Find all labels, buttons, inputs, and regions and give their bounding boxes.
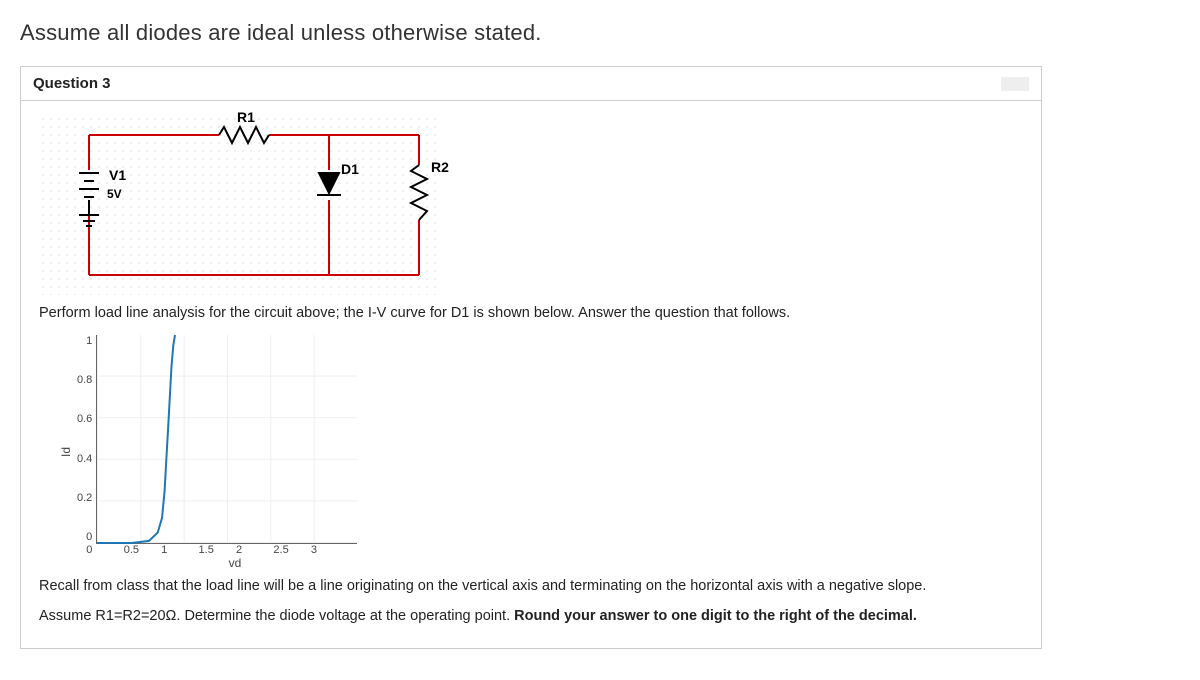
chart-xticks: 0 0.5 1 1.5 2 2.5 3 xyxy=(105,544,367,556)
iv-chart: Id 1 0.8 0.6 0.4 0.2 0 xyxy=(59,335,1023,570)
question-text-1: Perform load line analysis for the circu… xyxy=(39,305,1023,321)
question-header: Question 3 xyxy=(21,67,1041,101)
label-v1-value: 5V xyxy=(107,187,122,201)
chart-plotarea xyxy=(96,335,357,544)
label-v1: V1 xyxy=(109,167,126,183)
page-instruction: Assume all diodes are ideal unless other… xyxy=(20,20,1180,46)
chart-ylabel: Id xyxy=(59,447,73,457)
question-number: Question 3 xyxy=(33,75,111,92)
question-text-2: Recall from class that the load line wil… xyxy=(39,578,1023,594)
chart-yticks: 1 0.8 0.6 0.4 0.2 0 xyxy=(77,335,96,543)
label-d1: D1 xyxy=(341,161,359,177)
label-r2: R2 xyxy=(431,159,449,175)
question-text-3: Assume R1=R2=20Ω. Determine the diode vo… xyxy=(39,608,1023,624)
label-r1: R1 xyxy=(237,109,255,125)
question-body: R1 V1 5V D1 R2 Perform load line analysi… xyxy=(21,101,1041,648)
question-flag-icon[interactable] xyxy=(1001,77,1029,91)
question-card: Question 3 xyxy=(20,66,1042,649)
circuit-schematic: R1 V1 5V D1 R2 xyxy=(39,115,439,295)
chart-xlabel: vd xyxy=(105,556,365,570)
